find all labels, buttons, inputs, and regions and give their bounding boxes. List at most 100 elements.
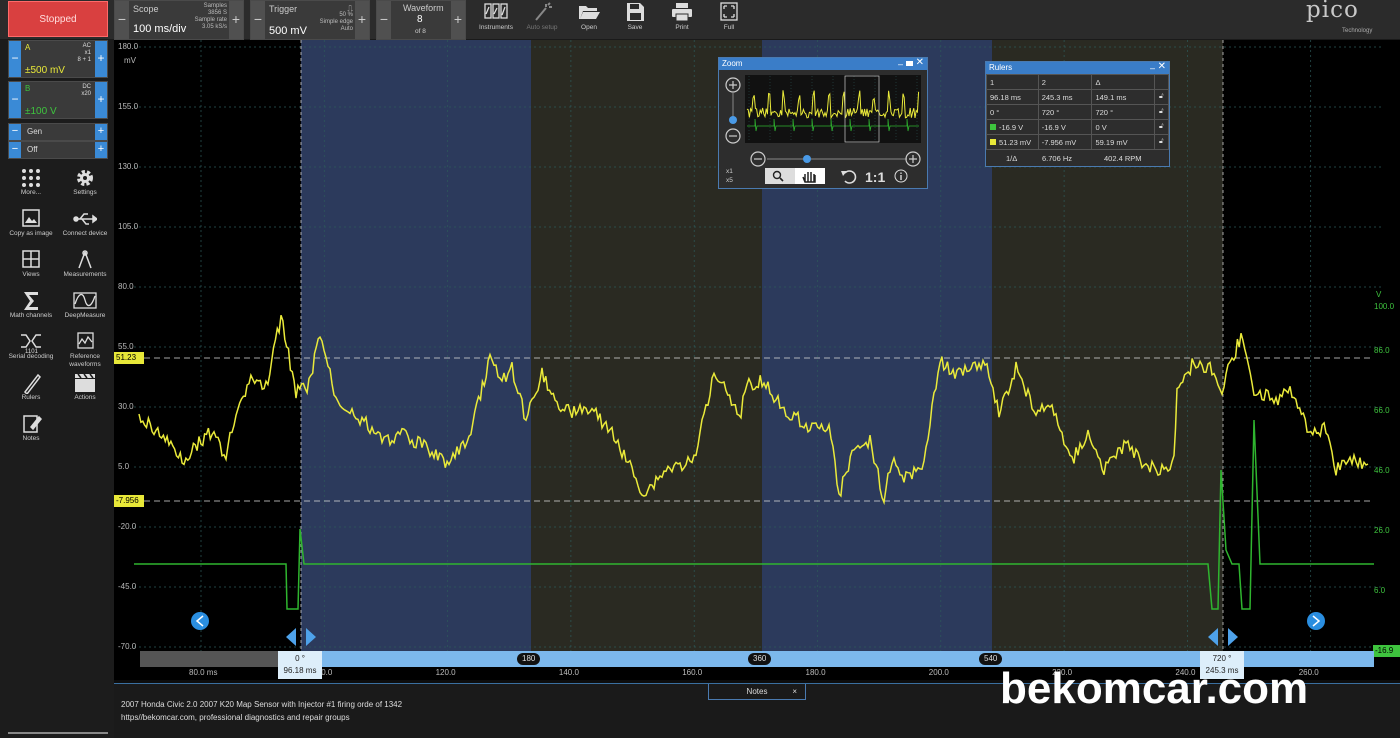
more-button[interactable]: More... [4,167,58,205]
connect-device-button[interactable]: Connect device [58,208,112,246]
copy-image-icon [22,209,40,227]
channel-b-decrease-button[interactable]: − [9,82,21,118]
channel-b-coupling[interactable]: DC x20 [81,84,91,98]
ruler-angle-1: 0 ° [986,104,1039,120]
full-button[interactable]: Full [705,0,753,38]
generator-state-decrease-button[interactable]: − [9,142,21,158]
x-axis-tick: 140.0 [558,668,579,677]
notes-button[interactable]: Notes [4,413,58,451]
note-line-2[interactable]: https//bekomcar.com, professional diagno… [121,713,350,722]
rulers-close-icon[interactable]: ✕ [1158,61,1166,73]
generator-label[interactable]: Gen [27,127,42,136]
zoom-window[interactable]: Zoom – ✕ x1 x5 1:1 [718,57,928,189]
rulers-col-2: 2 [1037,74,1093,90]
lock-icon[interactable]: 🔓︎ [1153,104,1169,120]
trigger-level[interactable]: 500 mV [269,25,307,37]
freq-label: 1/Δ [1006,154,1018,163]
channel-b-marker-tag[interactable]: -16.9 [1373,645,1400,657]
folder-icon [579,6,600,19]
lock-icon[interactable]: 🔓︎ [1153,134,1169,150]
channel-b-name[interactable]: B [25,84,30,93]
ruler-1-tag[interactable]: 0 ° 96.18 ms [278,651,322,679]
math-channels-button[interactable]: Math channels [4,290,58,328]
views-button[interactable]: Views [4,249,58,287]
channel-b-increase-button[interactable]: + [95,82,107,118]
scope-title: Scope [133,4,159,14]
zoom-x5-label[interactable]: x5 [726,177,733,184]
rulers-title-bar[interactable]: Rulers – ✕ [986,61,1169,74]
copy-image-button[interactable]: Copy as image [4,208,58,246]
generator-increase-button[interactable]: + [95,124,107,140]
settings-button[interactable]: Settings [58,167,112,205]
zoom-overview[interactable] [719,71,927,189]
instruments-button[interactable]: Instruments [472,0,520,38]
lock-icon[interactable]: 🔓︎ [1153,119,1169,135]
right-axis-tick: 66.0 [1374,406,1390,415]
channel-a-range[interactable]: ±500 mV [25,65,65,76]
left-axis-tick: 130.0 [118,162,139,171]
timebase-value[interactable]: 100 ms/div [133,23,186,35]
zoom-h-slider-thumb [803,155,811,163]
notes-close-icon[interactable]: × [792,684,797,699]
waveform-previous-button[interactable]: − [377,1,391,39]
open-button[interactable]: Open [565,0,613,38]
run-stop-button[interactable]: Stopped [8,1,108,37]
top-toolbar: Stopped − Scope 100 ms/div Samples 3856 … [0,0,1400,40]
waveform-current: 8 [417,14,423,25]
deepmeasure-button[interactable]: DeepMeasure [58,290,112,328]
rulers-col-delta: Δ [1091,74,1155,90]
left-axis-tick: 80.0 [118,282,134,291]
reference-waveforms-button[interactable]: Reference waveforms [58,331,112,377]
ruler-b-axis-tag[interactable]: -7.956 [114,495,144,507]
channel-a-name[interactable]: A [25,43,30,52]
generator-state-increase-button[interactable]: + [95,142,107,158]
channel-a-coupling[interactable]: AC x1 8 + 1 [77,43,91,64]
left-axis-tick: 5.0 [118,462,130,471]
zoom-x1-label[interactable]: x1 [726,168,733,175]
left-axis-unit: mV [124,56,136,65]
zoom-close-icon[interactable]: ✕ [916,57,924,69]
right-axis-tick: 46.0 [1374,466,1390,475]
zoom-title-bar[interactable]: Zoom – ✕ [719,57,927,70]
more-label: More... [20,189,42,196]
logo-brand: pico [1306,0,1359,23]
channel-a-increase-button[interactable]: + [95,41,107,77]
channel-b-range[interactable]: ±100 V [25,106,57,117]
actions-button[interactable]: Actions [58,372,112,410]
rulers-window[interactable]: Rulers – ✕ 1 2 Δ 96.18 ms 245.3 ms 149.1… [985,61,1170,167]
auto-setup-button[interactable]: Auto setup [518,0,566,38]
rulers-minimize-icon[interactable]: – [1150,62,1155,74]
trigger-decrease-button[interactable]: − [251,1,265,39]
print-button[interactable]: Print [658,0,706,38]
save-button[interactable]: Save [611,0,659,38]
zoom-minimize-icon[interactable]: – [898,58,903,70]
waveform-next-button[interactable]: + [451,1,465,39]
generator-state-box: − Off + [8,141,108,159]
zoom-restore-icon[interactable] [906,61,913,66]
zoom-ratio-button[interactable]: 1:1 [865,169,885,185]
ruler-a-axis-tag[interactable]: 51.23 [114,352,144,364]
ruler-a-1: 51.23 mV [986,134,1039,150]
timebase-decrease-button[interactable]: − [115,1,129,39]
trigger-increase-button[interactable]: + [355,1,369,39]
logo-sub: Technology [1342,28,1373,34]
generator-state[interactable]: Off [27,145,38,154]
serial-decoding-button[interactable]: 1101 Serial decoding [4,331,58,369]
watermark-text: bekomcar.com [1000,664,1309,713]
rulers-button[interactable]: Rulers [4,372,58,410]
deepmeasure-label: DeepMeasure [64,312,106,319]
timebase-increase-button[interactable]: + [229,1,243,39]
generator-decrease-button[interactable]: − [9,124,21,140]
lock-icon[interactable]: 🔓︎ [1153,89,1169,105]
right-axis-tick: 86.0 [1374,346,1390,355]
scope-timebase-group: − Scope 100 ms/div Samples 3856 S Sample… [114,0,244,40]
ruler-angle-2: 720 ° [1037,104,1093,120]
channel-a-decrease-button[interactable]: − [9,41,21,77]
notes-tab[interactable]: Notes × [708,684,806,700]
note-line-1[interactable]: 2007 Honda Civic 2.0 2007 K20 Map Sensor… [121,700,402,709]
copy-image-label: Copy as image [9,230,53,237]
sigma-icon [24,292,38,310]
trigger-title: Trigger [269,4,298,14]
measurements-button[interactable]: Measurements [58,249,112,287]
left-axis-tick: 155.0 [118,102,139,111]
